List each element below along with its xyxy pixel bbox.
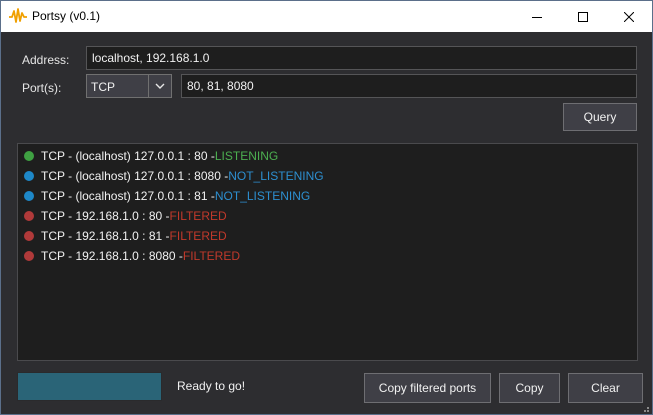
list-item[interactable]: TCP - (localhost) 127.0.0.1 : 80 - LISTE…: [24, 147, 278, 165]
address-input[interactable]: [86, 46, 637, 70]
status-dot-icon: [24, 191, 34, 201]
status-dot-icon: [24, 211, 34, 221]
list-item[interactable]: TCP - 192.168.1.0 : 81 - FILTERED: [24, 227, 227, 245]
result-text: TCP - 192.168.1.0 : 80 -: [41, 209, 170, 223]
status-text: Ready to go!: [177, 379, 246, 393]
protocol-selected-value: TCP: [91, 80, 115, 94]
minimize-icon: [532, 16, 542, 18]
result-state: FILTERED: [169, 229, 227, 243]
minimize-button[interactable]: [514, 1, 560, 32]
list-item[interactable]: TCP - (localhost) 127.0.0.1 : 8080 - NOT…: [24, 167, 324, 185]
list-item[interactable]: TCP - 192.168.1.0 : 80 - FILTERED: [24, 207, 227, 225]
ports-label: Port(s):: [22, 81, 62, 95]
chevron-down-icon[interactable]: [148, 75, 171, 97]
status-dot-icon: [24, 171, 34, 181]
result-text: TCP - 192.168.1.0 : 81 -: [41, 229, 170, 243]
maximize-button[interactable]: [560, 1, 606, 32]
pulse-waveform-icon: [9, 8, 27, 24]
result-state: FILTERED: [182, 249, 240, 263]
clear-button[interactable]: Clear: [568, 373, 643, 403]
status-dot-icon: [24, 251, 34, 261]
result-text: TCP - (localhost) 127.0.0.1 : 80 -: [41, 149, 215, 163]
result-text: TCP - (localhost) 127.0.0.1 : 81 -: [41, 189, 215, 203]
address-label: Address:: [22, 53, 70, 67]
list-item[interactable]: TCP - (localhost) 127.0.0.1 : 81 - NOT_L…: [24, 187, 310, 205]
results-list[interactable]: TCP - (localhost) 127.0.0.1 : 80 - LISTE…: [17, 143, 638, 361]
result-text: TCP - (localhost) 127.0.0.1 : 8080 -: [41, 169, 229, 183]
ports-input[interactable]: [181, 74, 637, 98]
app-window: Portsy (v0.1) Address: Port(s): TCP Quer…: [0, 0, 653, 415]
progress-fill: [18, 373, 161, 400]
result-state: LISTENING: [214, 149, 279, 163]
result-state: FILTERED: [169, 209, 227, 223]
close-icon: [624, 11, 634, 22]
result-state: NOT_LISTENING: [228, 169, 324, 183]
query-button[interactable]: Query: [563, 103, 637, 131]
resize-grip-icon[interactable]: [640, 402, 650, 412]
list-item[interactable]: TCP - 192.168.1.0 : 8080 - FILTERED: [24, 247, 240, 265]
progress-bar: [17, 372, 162, 401]
status-dot-icon: [24, 231, 34, 241]
status-dot-icon: [24, 151, 34, 161]
title-bar[interactable]: Portsy (v0.1): [1, 1, 652, 32]
result-text: TCP - 192.168.1.0 : 8080 -: [41, 249, 183, 263]
protocol-select[interactable]: TCP: [86, 74, 172, 98]
window-title: Portsy (v0.1): [32, 9, 101, 23]
close-button[interactable]: [606, 1, 652, 32]
copy-filtered-ports-button[interactable]: Copy filtered ports: [364, 373, 491, 403]
result-state: NOT_LISTENING: [214, 189, 311, 203]
maximize-icon: [578, 11, 588, 22]
copy-button[interactable]: Copy: [499, 373, 560, 403]
